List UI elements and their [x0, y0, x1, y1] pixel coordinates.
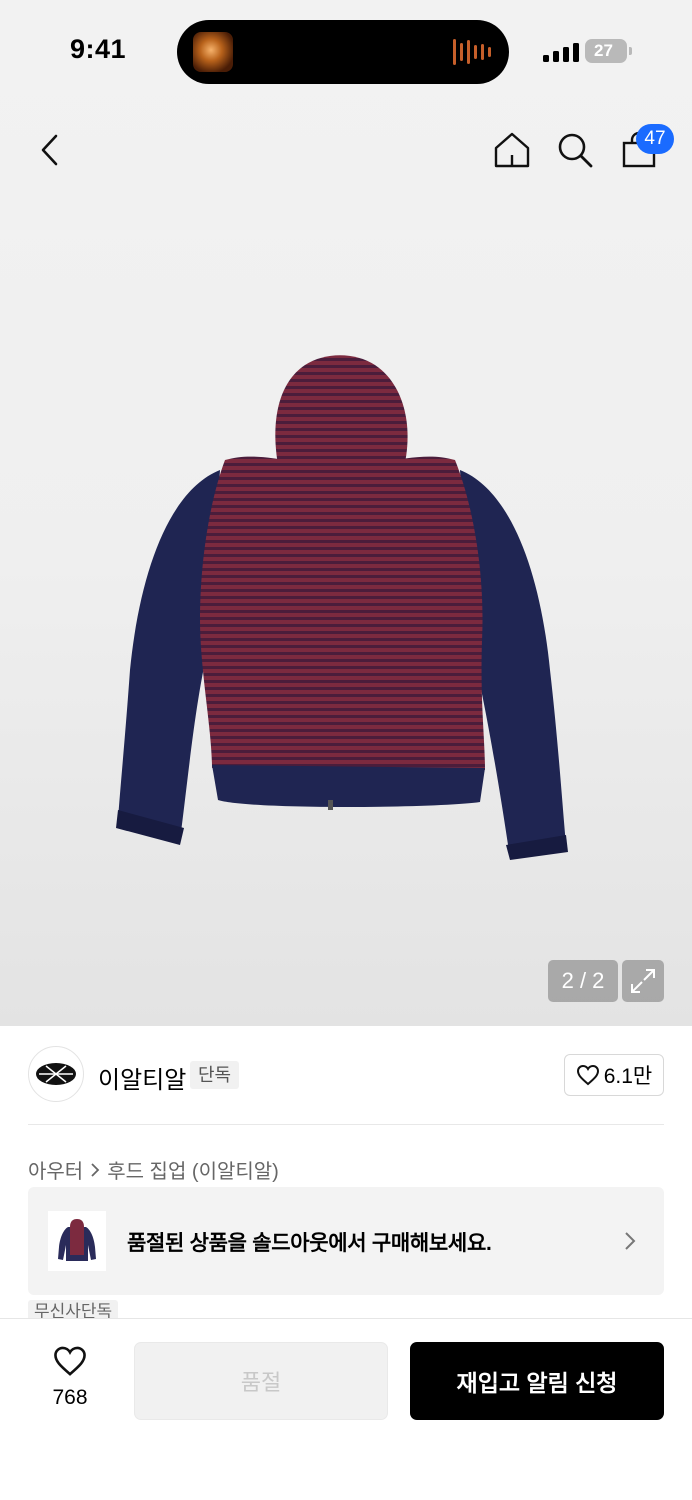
wishlist-button[interactable]: 768 [34, 1345, 106, 1410]
brand-logo[interactable] [28, 1046, 84, 1102]
back-button[interactable] [30, 128, 70, 172]
restock-alert-button[interactable]: 재입고 알림 신청 [410, 1342, 664, 1420]
product-photo-hoodie[interactable] [100, 340, 580, 870]
home-button[interactable] [490, 128, 534, 172]
image-counter: 2 / 2 [548, 960, 618, 1002]
brand-like-button[interactable]: 6.1만 [564, 1054, 664, 1096]
breadcrumb: 아우터 후드 집업 (이알티알) [28, 1155, 279, 1184]
heart-outline-icon [576, 1064, 599, 1086]
breadcrumb-category[interactable]: 아우터 [28, 1155, 83, 1184]
soldout-marketplace-banner[interactable]: 품절된 상품을 솔드아웃에서 구매해보세요. [28, 1187, 664, 1295]
search-icon [558, 133, 593, 168]
audio-waveform-icon [453, 39, 491, 65]
hoodie-thumbnail-icon [58, 1219, 96, 1261]
expand-image-button[interactable] [622, 960, 664, 1002]
breadcrumb-subcategory[interactable]: 후드 집업 (이알티알) [107, 1155, 279, 1184]
expand-arrows-icon [631, 969, 655, 993]
back-chevron-icon [41, 134, 58, 166]
status-bar: 9:41 27 [0, 0, 692, 104]
battery-cap [629, 47, 632, 55]
status-time: 9:41 [70, 34, 127, 64]
search-button[interactable] [553, 128, 597, 172]
chevron-right-icon [91, 1162, 100, 1177]
chevron-right-icon [625, 1232, 636, 1250]
brand-name[interactable]: 이알티알 [98, 1060, 186, 1095]
heart-outline-icon [54, 1346, 86, 1376]
section-divider [28, 1124, 664, 1125]
exclusive-badge: 단독 [190, 1061, 240, 1089]
soldout-banner-text: 품절된 상품을 솔드아웃에서 구매해보세요. [127, 1232, 492, 1255]
now-playing-artwork [193, 32, 233, 72]
home-icon [494, 132, 530, 168]
battery-icon: 27 [585, 39, 627, 63]
bottom-action-bar: 768 품절 재입고 알림 신청 [0, 1318, 692, 1500]
soldout-button: 품절 [134, 1342, 388, 1420]
cellular-signal-icon [543, 42, 579, 62]
product-image-gallery[interactable]: 9:41 27 47 2 / 2 [0, 0, 692, 1026]
cart-count-badge: 47 [636, 124, 674, 154]
brand-like-count: 6.1만 [603, 1065, 653, 1088]
wishlist-count: 768 [52, 1386, 88, 1409]
brand-logo-emblem [36, 1063, 76, 1085]
dynamic-island[interactable] [177, 20, 509, 84]
battery-level: 27 [594, 41, 613, 60]
brand-row: 이알티알 단독 6.1만 [28, 1046, 664, 1104]
banner-thumbnail [48, 1211, 106, 1271]
